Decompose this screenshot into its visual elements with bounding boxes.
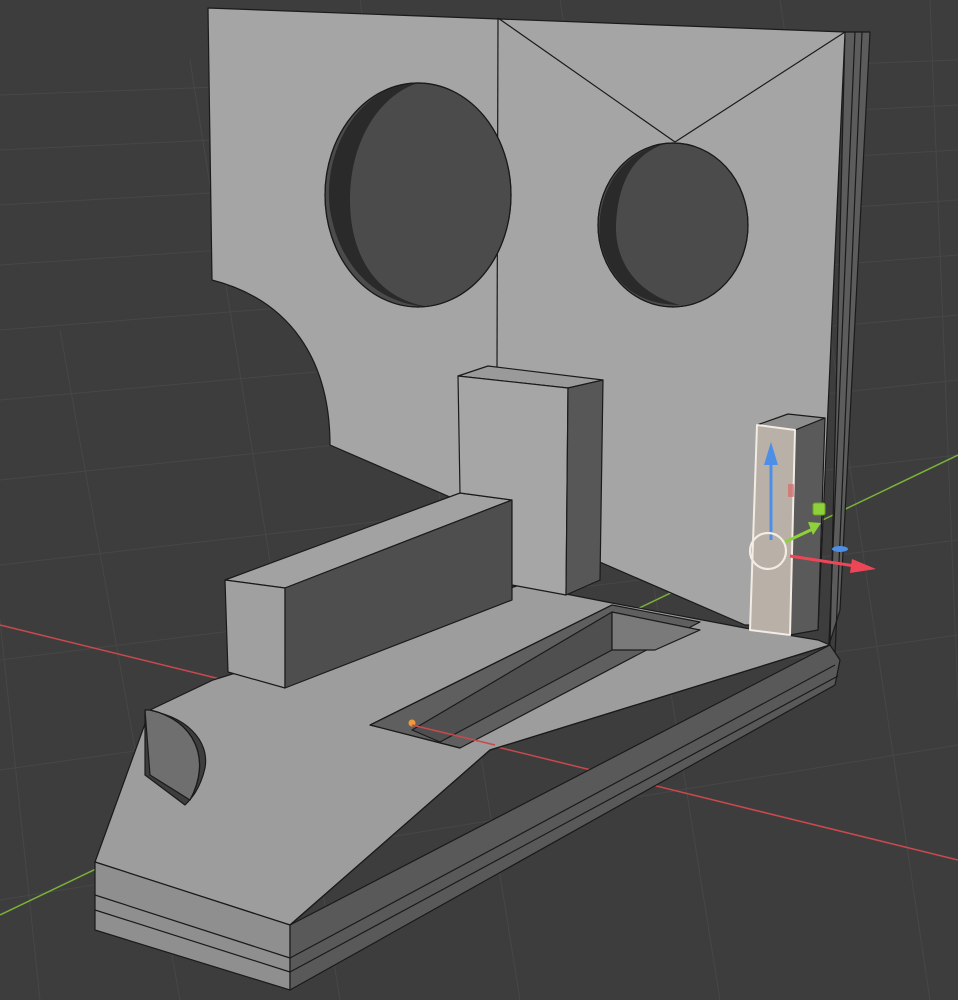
xz-plane-handle-icon[interactable]: [788, 484, 794, 497]
small-hole[interactable]: [597, 142, 749, 308]
yz-plane-handle-icon[interactable]: [812, 502, 826, 516]
3d-viewport[interactable]: [0, 0, 958, 1000]
xy-plane-handle-icon[interactable]: [832, 546, 848, 552]
large-hole[interactable]: [324, 82, 512, 308]
mesh-object[interactable]: [94, 7, 871, 991]
long-block-front-face[interactable]: [224, 579, 286, 689]
tall-block-side-face[interactable]: [565, 379, 604, 596]
